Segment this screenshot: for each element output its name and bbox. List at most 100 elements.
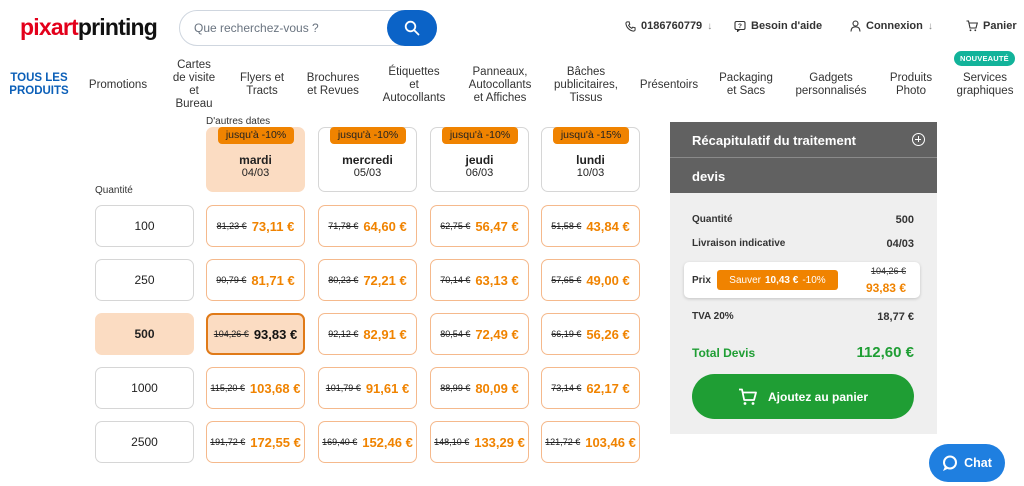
nav-label: personnalisés (795, 85, 867, 97)
help-icon: ? (734, 20, 746, 32)
cart-label: Panier (983, 20, 1017, 32)
price-cell[interactable]: 92,12 € 82,91 € (318, 313, 417, 355)
nav-label: graphiques (956, 85, 1014, 97)
price-cell[interactable]: 101,79 € 91,61 € (318, 367, 417, 409)
help-label: Besoin d'aide (751, 20, 823, 32)
old-price: 88,99 € (440, 383, 471, 393)
nav-label: Bureau (175, 98, 213, 110)
help-link[interactable]: ? Besoin d'aide (734, 20, 822, 32)
new-price: 63,13 € (475, 272, 519, 288)
nav-item-panels[interactable]: Panneaux, Autocollants et Affiches (463, 56, 537, 114)
nav-item-all-products[interactable]: TOUS LES PRODUITS (8, 56, 70, 114)
new-price: 72,49 € (475, 326, 519, 342)
nav-item-promotions[interactable]: Promotions (84, 56, 152, 114)
expand-plus-icon[interactable] (912, 133, 925, 146)
nav-item-banners[interactable]: Bâches publicitaires, Tissus (549, 56, 623, 114)
date-day: mardi (239, 153, 272, 167)
price-cell[interactable]: 51,58 € 43,84 € (541, 205, 640, 247)
nav-label: Cartes (177, 59, 211, 71)
nav-label: Services (962, 72, 1008, 84)
total-label: Total Devis (692, 346, 756, 360)
new-price: 56,26 € (586, 326, 630, 342)
phone-number: 0186760779 (641, 20, 703, 32)
new-price: 49,00 € (586, 272, 630, 288)
quantity-option[interactable]: 250 (95, 259, 194, 301)
quantity-option[interactable]: 500 (95, 313, 194, 355)
old-price: 57,65 € (551, 275, 582, 285)
nav-item-labels[interactable]: Étiquettes et Autocollants (378, 56, 450, 114)
quantity-option[interactable]: 2500 (95, 421, 194, 463)
nav-label: et (409, 78, 419, 91)
login-link[interactable]: Connexion ↓ (850, 20, 933, 32)
price-cell[interactable]: 88,99 € 80,09 € (430, 367, 529, 409)
price-cell[interactable]: 71,78 € 64,60 € (318, 205, 417, 247)
price-cell[interactable]: 57,65 € 49,00 € (541, 259, 640, 301)
quantity-option[interactable]: 100 (95, 205, 194, 247)
new-price: 73,11 € (251, 218, 295, 234)
nav-item-displays[interactable]: Présentoirs (636, 56, 702, 114)
old-price: 104,26 € (213, 329, 249, 339)
nav-label: et Affiches (473, 91, 527, 104)
chevron-down-icon: ↓ (927, 20, 933, 32)
nav-item-business-cards[interactable]: Cartes de visite et Bureau (166, 56, 222, 114)
price-cell[interactable]: 80,54 € 72,49 € (430, 313, 529, 355)
price-cell[interactable]: 90,79 € 81,71 € (206, 259, 305, 301)
new-badge: NOUVEAUTÉ (954, 51, 1015, 66)
date-value: 10/03 (576, 167, 605, 179)
nav-item-gadgets[interactable]: Gadgets personnalisés (790, 56, 872, 114)
delivery-value: 04/03 (886, 238, 914, 250)
old-price: 81,23 € (216, 221, 247, 231)
price-cell[interactable]: 115,20 € 103,68 € (206, 367, 305, 409)
pixartprinting-logo[interactable]: pixartprinting (20, 14, 158, 40)
new-price: 93,83 € (253, 326, 298, 342)
nav-item-packaging[interactable]: Packaging et Sacs (715, 56, 777, 114)
old-price: 101,79 € (325, 383, 361, 393)
nav-item-brochures[interactable]: Brochures et Revues (302, 56, 364, 114)
cart-icon (966, 20, 978, 32)
phone-link[interactable]: 0186760779 ↓ (625, 20, 712, 32)
old-price: 169,40 € (322, 437, 358, 447)
summary-vat-row: TVA 20% 18,77 € (692, 311, 914, 323)
price-cell[interactable]: 62,75 € 56,47 € (430, 205, 529, 247)
price-cell[interactable]: 80,23 € 72,21 € (318, 259, 417, 301)
search-input[interactable]: Que recherchez-vous ? (179, 10, 437, 46)
save-amount: 10,43 € (764, 274, 799, 286)
price-cell[interactable]: 104,26 € 93,83 € (206, 313, 305, 355)
price-cell[interactable]: 66,19 € 56,26 € (541, 313, 640, 355)
nav-item-flyers[interactable]: Flyers et Tracts (234, 56, 290, 114)
nav-label: Autocollants (382, 91, 446, 104)
summary-title: Récapitulatif du traitement (692, 133, 856, 148)
new-price: 103,68 € (249, 380, 301, 396)
quantity-option[interactable]: 1000 (95, 367, 194, 409)
cart-link[interactable]: Panier (966, 20, 1017, 32)
price-cell[interactable]: 70,14 € 63,13 € (430, 259, 529, 301)
date-day: mercredi (342, 153, 393, 167)
quantity-value: 500 (895, 214, 914, 226)
price-cell[interactable]: 169,40 € 152,46 € (318, 421, 417, 463)
discount-badge: jusqu'à -15% (553, 127, 629, 144)
summary-price-box: Prix Sauver 10,43 € -10% 104,26 € 93,83 … (684, 262, 920, 298)
nav-label: Flyers et (239, 72, 285, 84)
old-price: 71,78 € (328, 221, 359, 231)
summary-total-row: Total Devis 112,60 € (692, 344, 914, 361)
search-button[interactable] (387, 10, 437, 46)
new-price: 93,83 € (865, 281, 906, 295)
date-value: 04/03 (241, 167, 270, 179)
chevron-down-icon: ↓ (707, 20, 713, 32)
new-price: 81,71 € (251, 272, 295, 288)
price-cell[interactable]: 191,72 € 172,55 € (206, 421, 305, 463)
price-cell[interactable]: 148,10 € 133,29 € (430, 421, 529, 463)
price-cell[interactable]: 121,72 € 103,46 € (541, 421, 640, 463)
other-dates-link[interactable]: D'autres dates (206, 116, 270, 127)
price-cell[interactable]: 73,14 € 62,17 € (541, 367, 640, 409)
chat-button[interactable]: Chat (929, 444, 1005, 482)
old-price: 66,19 € (551, 329, 582, 339)
user-icon (850, 20, 861, 32)
add-to-cart-button[interactable]: Ajoutez au panier (692, 374, 914, 419)
nav-item-photo[interactable]: Produits Photo (884, 56, 938, 114)
price-cell[interactable]: 81,23 € 73,11 € (206, 205, 305, 247)
vat-value: 18,77 € (877, 311, 914, 323)
add-to-cart-label: Ajoutez au panier (767, 389, 868, 404)
discount-badge: jusqu'à -10% (330, 127, 406, 144)
new-price: 152,46 € (362, 434, 413, 450)
